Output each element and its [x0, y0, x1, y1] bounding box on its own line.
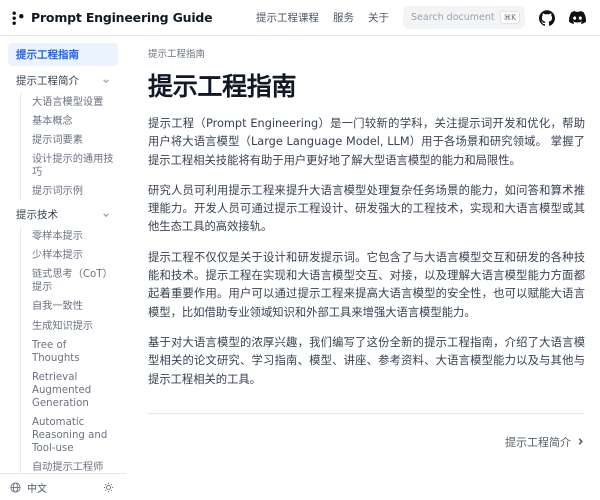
discord-icon[interactable]: [569, 9, 586, 26]
content-divider: [148, 413, 585, 414]
language-selector[interactable]: 中文: [10, 480, 47, 495]
paragraph: 研究人员可利用提示工程来提升大语言模型处理复杂任务场景的能力，如问答和算术推理能…: [148, 182, 585, 237]
sidebar-item[interactable]: 少样本提示: [30, 246, 118, 265]
sidebar-item[interactable]: 大语言模型设置: [30, 93, 118, 112]
header-nav: 提示工程课程 服务 关于 ⌘K: [256, 6, 586, 29]
sidebar-section-label: 提示技术: [16, 207, 58, 222]
theme-toggle-sun-icon[interactable]: [103, 482, 114, 493]
sidebar: 提示工程指南 提示工程简介 大语言模型设置 基本概念 提示词要素 设计提示的通用…: [0, 36, 126, 500]
logo-text: Prompt Engineering Guide: [31, 10, 212, 25]
sidebar-item[interactable]: 零样本提示: [30, 227, 118, 246]
sidebar-item[interactable]: 设计提示的通用技巧: [30, 150, 118, 182]
language-label: 中文: [27, 480, 47, 495]
sidebar-item[interactable]: Tree of Thoughts: [30, 336, 118, 368]
sidebar-item[interactable]: 自动提示工程师: [30, 458, 118, 473]
sidebar-section-label: 提示工程简介: [16, 73, 79, 88]
page-title: 提示工程指南: [148, 67, 585, 103]
sidebar-nav: 提示工程指南 提示工程简介 大语言模型设置 基本概念 提示词要素 设计提示的通用…: [0, 36, 126, 473]
sidebar-item[interactable]: 自我一致性: [30, 297, 118, 316]
next-page-label: 提示工程简介: [505, 434, 571, 450]
chevron-down-icon: [102, 77, 110, 85]
sidebar-sublist-introduction: 大语言模型设置 基本概念 提示词要素 设计提示的通用技巧 提示词示例: [20, 93, 118, 201]
sidebar-section-techniques[interactable]: 提示技术: [8, 203, 118, 226]
sidebar-item[interactable]: 基本概念: [30, 112, 118, 131]
paragraph: 提示工程不仅仅是关于设计和研发提示词。它包含了与大语言模型交互和研发的各种技能和…: [148, 249, 585, 322]
sidebar-item[interactable]: Automatic Reasoning and Tool-use: [30, 413, 118, 458]
breadcrumb: 提示工程指南: [148, 46, 585, 60]
paragraph: 基于对大语言模型的浓厚兴趣，我们编写了这份全新的提示工程指南，介绍了大语言模型相…: [148, 334, 585, 389]
search-shortcut-badge: ⌘K: [500, 11, 520, 24]
sidebar-item[interactable]: 链式思考（CoT）提示: [30, 265, 118, 297]
chevron-down-icon: [102, 211, 110, 219]
next-page-link[interactable]: 提示工程简介: [505, 434, 585, 450]
sidebar-item[interactable]: 提示词要素: [30, 131, 118, 150]
search-box[interactable]: ⌘K: [403, 6, 525, 29]
logo[interactable]: Prompt Engineering Guide: [12, 9, 212, 26]
sidebar-item[interactable]: 生成知识提示: [30, 317, 118, 336]
sidebar-item[interactable]: Retrieval Augmented Generation: [30, 368, 118, 413]
globe-icon: [10, 482, 21, 493]
paragraph: 提示工程（Prompt Engineering）是一门较新的学科，关注提示词开发…: [148, 115, 585, 170]
sidebar-footer: 中文: [0, 473, 126, 500]
search-input[interactable]: [411, 12, 495, 23]
pagination: 提示工程简介: [148, 434, 585, 450]
header: Prompt Engineering Guide 提示工程课程 服务 关于 ⌘K: [0, 0, 600, 36]
nav-link-course[interactable]: 提示工程课程: [256, 10, 319, 25]
sidebar-item[interactable]: 提示词示例: [30, 182, 118, 201]
main-content: 提示工程指南 提示工程指南 提示工程（Prompt Engineering）是一…: [126, 36, 600, 500]
sidebar-item-guide-active[interactable]: 提示工程指南: [8, 43, 118, 66]
nav-link-about[interactable]: 关于: [368, 10, 389, 25]
nav-link-services[interactable]: 服务: [333, 10, 354, 25]
chevron-right-icon: [576, 437, 585, 446]
page-body: 提示工程指南 提示工程简介 大语言模型设置 基本概念 提示词要素 设计提示的通用…: [0, 36, 600, 500]
sidebar-section-introduction[interactable]: 提示工程简介: [8, 69, 118, 92]
logo-dots-icon: [12, 9, 25, 26]
github-icon[interactable]: [539, 10, 555, 26]
sidebar-sublist-techniques: 零样本提示 少样本提示 链式思考（CoT）提示 自我一致性 生成知识提示 Tre…: [20, 227, 118, 473]
